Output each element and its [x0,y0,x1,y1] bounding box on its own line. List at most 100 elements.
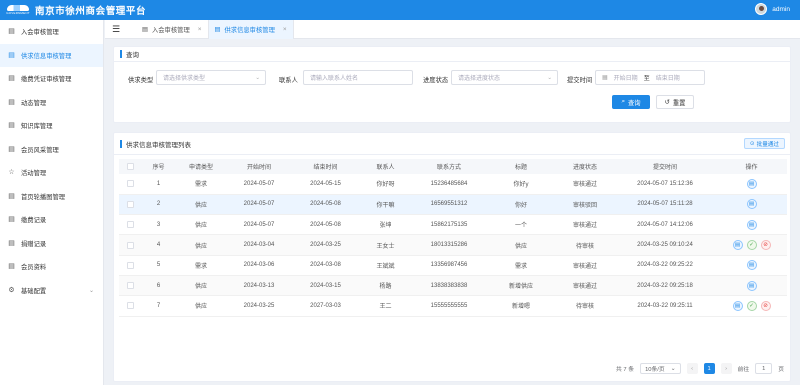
row-checkbox[interactable] [126,200,134,208]
approve-icon[interactable]: ✓ [746,240,757,251]
view-icon[interactable]: ▤ [746,178,757,189]
cell-phone: 18013315286 [412,234,486,256]
select-all-checkbox[interactable] [126,162,134,170]
table-row[interactable]: 5 需求 2024-03-06 2024-03-08 王斌斌 13356987456 需求审… [119,255,787,276]
table-row[interactable]: 4 供应 2024-03-04 2024-03-25 王女士 18013315286 供应待… [119,234,787,256]
cell-type: 需求 [176,255,226,276]
page-size-select[interactable]: 10条/页 ⌄ [640,363,681,374]
cell-no: 5 [141,255,176,276]
username[interactable]: admin [772,6,790,13]
date-range-picker[interactable]: ▦ 开始日期 至 结束日期 [595,70,705,85]
cell-phone: 15236485684 [412,174,486,195]
table-row[interactable]: 1 需求 2024-05-07 2024-05-15 你好呀 15236485684 你好y… [119,174,787,195]
goto-label: 前往 [737,367,750,373]
cell-phone: 13838383838 [412,275,486,297]
row-checkbox[interactable] [126,261,134,269]
sidebar-item-knowledge-base[interactable]: ▤ 知识库管理 [0,114,103,138]
next-page-button[interactable]: › [720,363,732,374]
sidebar-item-donation-records[interactable]: ▤ 捐赠记录 [0,232,103,256]
sidebar-item-news[interactable]: ▤ 动态管理 [0,91,103,115]
reject-icon[interactable]: ⊘ [760,240,771,251]
cell-phone: 15862175135 [412,214,486,236]
cell-title: 供应 [486,234,556,256]
sidebar-item-member-showcase[interactable]: ▤ 会员风采管理 [0,138,103,162]
chevron-down-icon: ⌄ [255,74,260,81]
contact-input[interactable]: 请输入联系人姓名 [303,70,413,85]
status-select[interactable]: 请选择进度状态 ⌄ [451,70,558,85]
page-number-1[interactable]: 1 [703,363,715,374]
cell-submitted: 2024-05-07 15:12:36 [614,174,716,195]
cell-actions: ▤ [716,174,787,195]
tab-supply-demand-review[interactable]: ▤ 供求信息审核管理 × [208,19,294,39]
batch-approve-button[interactable]: ⊙ 批量通过 [743,138,785,149]
sidebar-item-activities[interactable]: ☆ 活动管理 [0,161,103,185]
sidebar-item-payment-voucher-review[interactable]: ▤ 缴费凭证审核管理 [0,67,103,91]
reset-button[interactable]: ↺ 重置 [656,95,694,109]
view-icon[interactable]: ▤ [746,260,757,271]
goto-page-input[interactable]: 1 [755,363,773,374]
cell-submitted: 2024-03-22 09:25:18 [614,275,716,297]
sidebar-item-basic-config[interactable]: ⚙ 基础配置 ⌄ [0,279,103,303]
type-select[interactable]: 请选择供求类型 ⌄ [156,70,266,85]
menu-toggle-icon[interactable]: ☰ [112,24,124,35]
cell-start: 2024-03-13 [226,275,292,297]
row-checkbox[interactable] [126,241,134,249]
gear-icon: ⚙ [8,286,15,294]
view-icon[interactable]: ▤ [732,300,743,311]
app-logo: GOVERNMENT [3,3,33,17]
table-row[interactable]: 7 供应 2024-03-25 2027-03-03 王二 15555555555 新增嗯待… [119,295,787,317]
cell-no: 3 [141,214,176,236]
row-checkbox[interactable] [126,221,134,229]
cell-start: 2024-03-04 [226,234,292,256]
total-count: 共 7 条 [616,367,635,373]
cell-submitted: 2024-05-07 14:12:06 [614,214,716,236]
cell-no: 6 [141,275,176,297]
view-icon[interactable]: ▤ [746,219,757,230]
check-icon: ⊙ [749,140,755,147]
approve-icon[interactable]: ✓ [746,300,757,311]
cell-end: 2024-03-25 [292,234,359,256]
close-icon[interactable]: × [198,26,202,33]
row-checkbox[interactable] [126,282,134,290]
close-icon[interactable]: × [283,26,287,33]
cell-actions: ▤ [716,275,787,297]
query-panel: 查询 供求类型 请选择供求类型 ⌄ 联系人 请输入联系人姓名 进度状态 请选择进度… [113,46,791,123]
view-icon[interactable]: ▤ [746,280,757,291]
document-icon: ▤ [214,25,221,33]
cell-actions: ▤ [716,255,787,276]
document-icon: ▤ [8,51,15,59]
app-title: 南京市徐州商会管理平台 [35,6,147,17]
view-icon[interactable]: ▤ [746,199,757,210]
reject-icon[interactable]: ⊘ [760,300,771,311]
sidebar-item-payment-records[interactable]: ▤ 缴费记录 [0,208,103,232]
search-icon: ⌕ [621,98,625,105]
chevron-down-icon: ⌄ [670,365,676,372]
sidebar-item-membership-review[interactable]: ▤ 入会审核管理 [0,20,103,44]
chevron-down-icon: ⌄ [547,74,552,81]
sidebar-item-member-profiles[interactable]: ▤ 会员资料 [0,255,103,279]
list-panel: 供求信息审核管理列表 ⊙ 批量通过 序号 申请类型 开始时间 结束时间 联系人 联… [113,132,791,382]
sidebar: ▤ 入会审核管理 ▤ 供求信息审核管理 ▤ 缴费凭证审核管理 ▤ 动态管理 ▤ 知识库管理… [0,20,104,385]
cell-submitted: 2024-03-25 09:10:24 [614,234,716,256]
row-checkbox[interactable] [126,302,134,310]
tab-membership-review[interactable]: ▤ 入会审核管理 × [136,19,209,39]
sidebar-item-carousel[interactable]: ▤ 首页轮播图管理 [0,185,103,209]
table-row[interactable]: 6 供应 2024-03-13 2024-03-15 杨路 13838383838 新增供应… [119,275,787,297]
cell-no: 7 [141,295,176,317]
row-checkbox[interactable] [126,180,134,188]
prev-page-button[interactable]: ‹ [686,363,698,374]
user-menu[interactable]: admin [755,3,790,15]
cell-contact: 张坤 [359,214,412,236]
cell-title: 需求 [486,255,556,276]
view-icon[interactable]: ▤ [732,240,743,251]
tab-bar: ☰ ▤ 入会审核管理 × ▤ 供求信息审核管理 × [105,19,800,39]
table-row[interactable]: 3 供应 2024-05-07 2024-05-08 张坤 15862175135 一个 审核… [119,214,787,236]
chevron-down-icon: ⌄ [88,287,94,294]
avatar[interactable] [755,3,768,15]
search-button[interactable]: ⌕ 查询 [612,95,650,109]
table-row[interactable]: 2 供应 2024-05-07 2024-05-08 你干嘛 16569551312 你好审… [119,194,787,216]
page-unit-label: 页 [778,367,784,373]
column-header: 进度状态 [556,159,614,174]
document-icon: ▤ [8,122,15,130]
sidebar-item-supply-demand-review[interactable]: ▤ 供求信息审核管理 [0,43,103,67]
